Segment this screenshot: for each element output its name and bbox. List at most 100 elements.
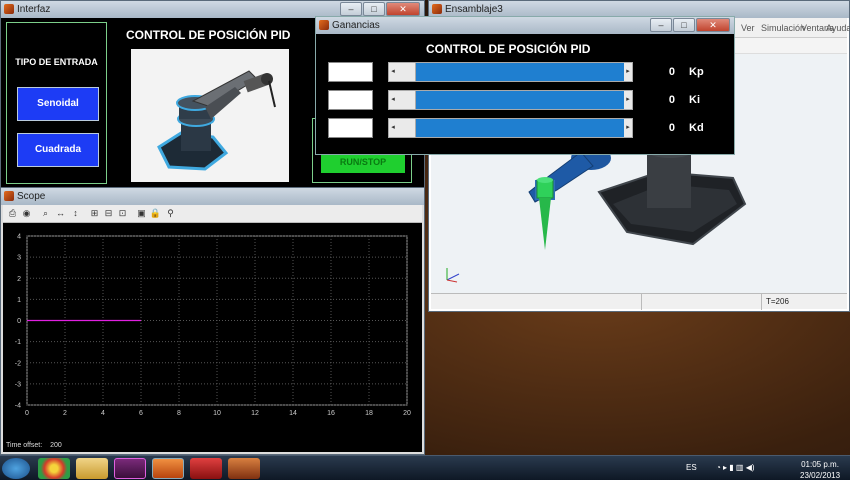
ganancias-window-buttons: – □ ✕ xyxy=(650,18,730,32)
matlab-taskbar-icon[interactable] xyxy=(152,458,184,479)
chrome-icon[interactable] xyxy=(38,458,70,479)
ki-value: 0 xyxy=(668,94,675,106)
kd-label: Kd xyxy=(689,122,704,134)
hand-app-icon[interactable] xyxy=(228,458,260,479)
kd-input[interactable] xyxy=(328,118,373,138)
ki-slider-thumb[interactable] xyxy=(397,91,416,109)
autoscale-icon[interactable]: ⊞ xyxy=(88,207,101,220)
y-tick-label: -4 xyxy=(15,403,21,410)
y-tick-label: 3 xyxy=(17,255,21,262)
zoom-y-icon[interactable]: ↕ xyxy=(69,207,82,220)
scope-chart: 0 2 4 6 8 10 12 14 16 18 2043210-1-2-3-4 xyxy=(15,234,411,418)
matlab-icon xyxy=(4,4,14,14)
x-tick-label: 14 xyxy=(289,410,297,417)
ganancias-titlebar[interactable]: Ganancias – □ ✕ xyxy=(316,17,734,34)
kp-label: Kp xyxy=(689,66,704,78)
robot-arm-image xyxy=(131,49,289,182)
interfaz-heading: CONTROL DE POSICIÓN PID xyxy=(126,28,291,42)
menu-item-simulacion[interactable]: Simulación xyxy=(761,23,805,33)
ki-input[interactable] xyxy=(328,90,373,110)
y-tick-label: 2 xyxy=(17,276,21,283)
start-button[interactable] xyxy=(2,458,30,479)
x-tick-label: 0 xyxy=(25,410,29,417)
tipo-entrada-panel: TIPO DE ENTRADA Senoidal Cuadrada xyxy=(6,22,107,184)
ganancias-window: Ganancias – □ ✕ CONTROL DE POSICIÓN PID … xyxy=(315,16,735,155)
simmechanics-icon xyxy=(432,4,442,14)
parameters-icon[interactable]: ◉ xyxy=(20,207,33,220)
kp-input[interactable] xyxy=(328,62,373,82)
clock[interactable]: 01:05 p.m. 23/02/2013 xyxy=(800,459,840,480)
tipo-entrada-label: TIPO DE ENTRADA xyxy=(15,57,98,67)
minimize-icon[interactable]: – xyxy=(650,18,672,32)
kd-slider-thumb[interactable] xyxy=(397,119,416,137)
x-tick-label: 6 xyxy=(139,410,143,417)
simulation-time: T=206 xyxy=(761,294,849,310)
cuadrada-button[interactable]: Cuadrada xyxy=(17,133,99,167)
ensamblaje-title: Ensamblaje3 xyxy=(445,4,503,15)
time-offset-value: 200 xyxy=(50,442,62,449)
kp-value: 0 xyxy=(668,66,675,78)
restore-axes-icon[interactable]: ⊡ xyxy=(116,207,129,220)
tray-icons[interactable]: ◔ ▸ ▮ ▥ ◀) xyxy=(716,463,755,472)
scope-window: Scope ⎙ ◉ ⌕ ↔ ↕ ⊞ ⊟ ⊡ ▣ 🔒 ⚲ 0 2 4 6 8 10 12 14 1… xyxy=(0,187,425,455)
y-tick-label: -2 xyxy=(15,360,21,367)
interfaz-window-buttons: – □ ✕ xyxy=(340,2,420,16)
folder-icon[interactable] xyxy=(76,458,108,479)
ganancias-body: CONTROL DE POSICIÓN PID ◂ ▸ 0 Kp ◂ ▸ 0 K… xyxy=(319,34,731,151)
time-offset: Time offset: 200 xyxy=(6,442,62,449)
chevron-left-icon[interactable]: ◂ xyxy=(389,63,397,81)
close-icon[interactable]: ✕ xyxy=(696,18,730,32)
y-tick-label: 1 xyxy=(17,297,21,304)
x-tick-label: 10 xyxy=(213,410,221,417)
save-axes-icon[interactable]: ⊟ xyxy=(102,207,115,220)
y-tick-label: -1 xyxy=(15,339,21,346)
kp-slider-thumb[interactable] xyxy=(397,63,416,81)
floating-scope-icon[interactable]: ▣ xyxy=(135,207,148,220)
print-icon[interactable]: ⎙ xyxy=(6,207,19,220)
language-indicator[interactable]: ES xyxy=(686,463,697,472)
scope-titlebar[interactable]: Scope xyxy=(1,188,424,205)
kd-slider[interactable]: ◂ ▸ xyxy=(388,118,633,138)
x-tick-label: 20 xyxy=(403,410,411,417)
kp-slider[interactable]: ◂ ▸ xyxy=(388,62,633,82)
signal-selector-icon[interactable]: ⚲ xyxy=(164,207,177,220)
chevron-left-icon[interactable]: ◂ xyxy=(389,119,397,137)
maximize-icon[interactable]: □ xyxy=(673,18,695,32)
y-tick-label: 4 xyxy=(17,234,21,241)
ki-slider[interactable]: ◂ ▸ xyxy=(388,90,633,110)
interfaz-title: Interfaz xyxy=(17,4,51,15)
kd-value: 0 xyxy=(668,122,675,134)
x-tick-label: 8 xyxy=(177,410,181,417)
taskbar: ES ◔ ▸ ▮ ▥ ◀) 01:05 p.m. 23/02/2013 xyxy=(0,455,850,480)
scope-icon xyxy=(4,191,14,201)
chevron-right-icon[interactable]: ▸ xyxy=(624,119,632,137)
chevron-right-icon[interactable]: ▸ xyxy=(624,91,632,109)
ki-label: Ki xyxy=(689,94,700,106)
ganancias-title: Ganancias xyxy=(332,20,380,31)
lock-icon[interactable]: 🔒 xyxy=(149,207,162,220)
zoom-icon[interactable]: ⌕ xyxy=(39,207,52,220)
media-app-icon[interactable] xyxy=(114,458,146,479)
ensamblaje-statusbar: T=206 xyxy=(431,293,849,310)
chevron-right-icon[interactable]: ▸ xyxy=(624,63,632,81)
matlab-icon xyxy=(319,20,329,30)
close-icon[interactable]: ✕ xyxy=(386,2,420,16)
x-tick-label: 4 xyxy=(101,410,105,417)
x-tick-label: 12 xyxy=(251,410,259,417)
scope-plot-area: 0 2 4 6 8 10 12 14 16 18 20 4 3 2 1 0 -1 -2 -3 -4 Time offs… xyxy=(3,223,422,452)
menu-item-ayuda[interactable]: Ayuda xyxy=(826,23,850,33)
x-tick-label: 16 xyxy=(327,410,335,417)
time-offset-label: Time offset: xyxy=(6,442,43,449)
scope-title: Scope xyxy=(17,191,46,202)
x-tick-label: 18 xyxy=(365,410,373,417)
menu-item-ver[interactable]: Ver xyxy=(741,23,755,33)
maximize-icon[interactable]: □ xyxy=(363,2,385,16)
ganancias-heading: CONTROL DE POSICIÓN PID xyxy=(426,42,591,56)
scope-toolbar: ⎙ ◉ ⌕ ↔ ↕ ⊞ ⊟ ⊡ ▣ 🔒 ⚲ xyxy=(3,205,422,223)
zoom-x-icon[interactable]: ↔ xyxy=(54,207,67,220)
chevron-left-icon[interactable]: ◂ xyxy=(389,91,397,109)
senoidal-button[interactable]: Senoidal xyxy=(17,87,99,121)
y-tick-label: 0 xyxy=(17,318,21,325)
minimize-icon[interactable]: – xyxy=(340,2,362,16)
solidworks-icon[interactable] xyxy=(190,458,222,479)
